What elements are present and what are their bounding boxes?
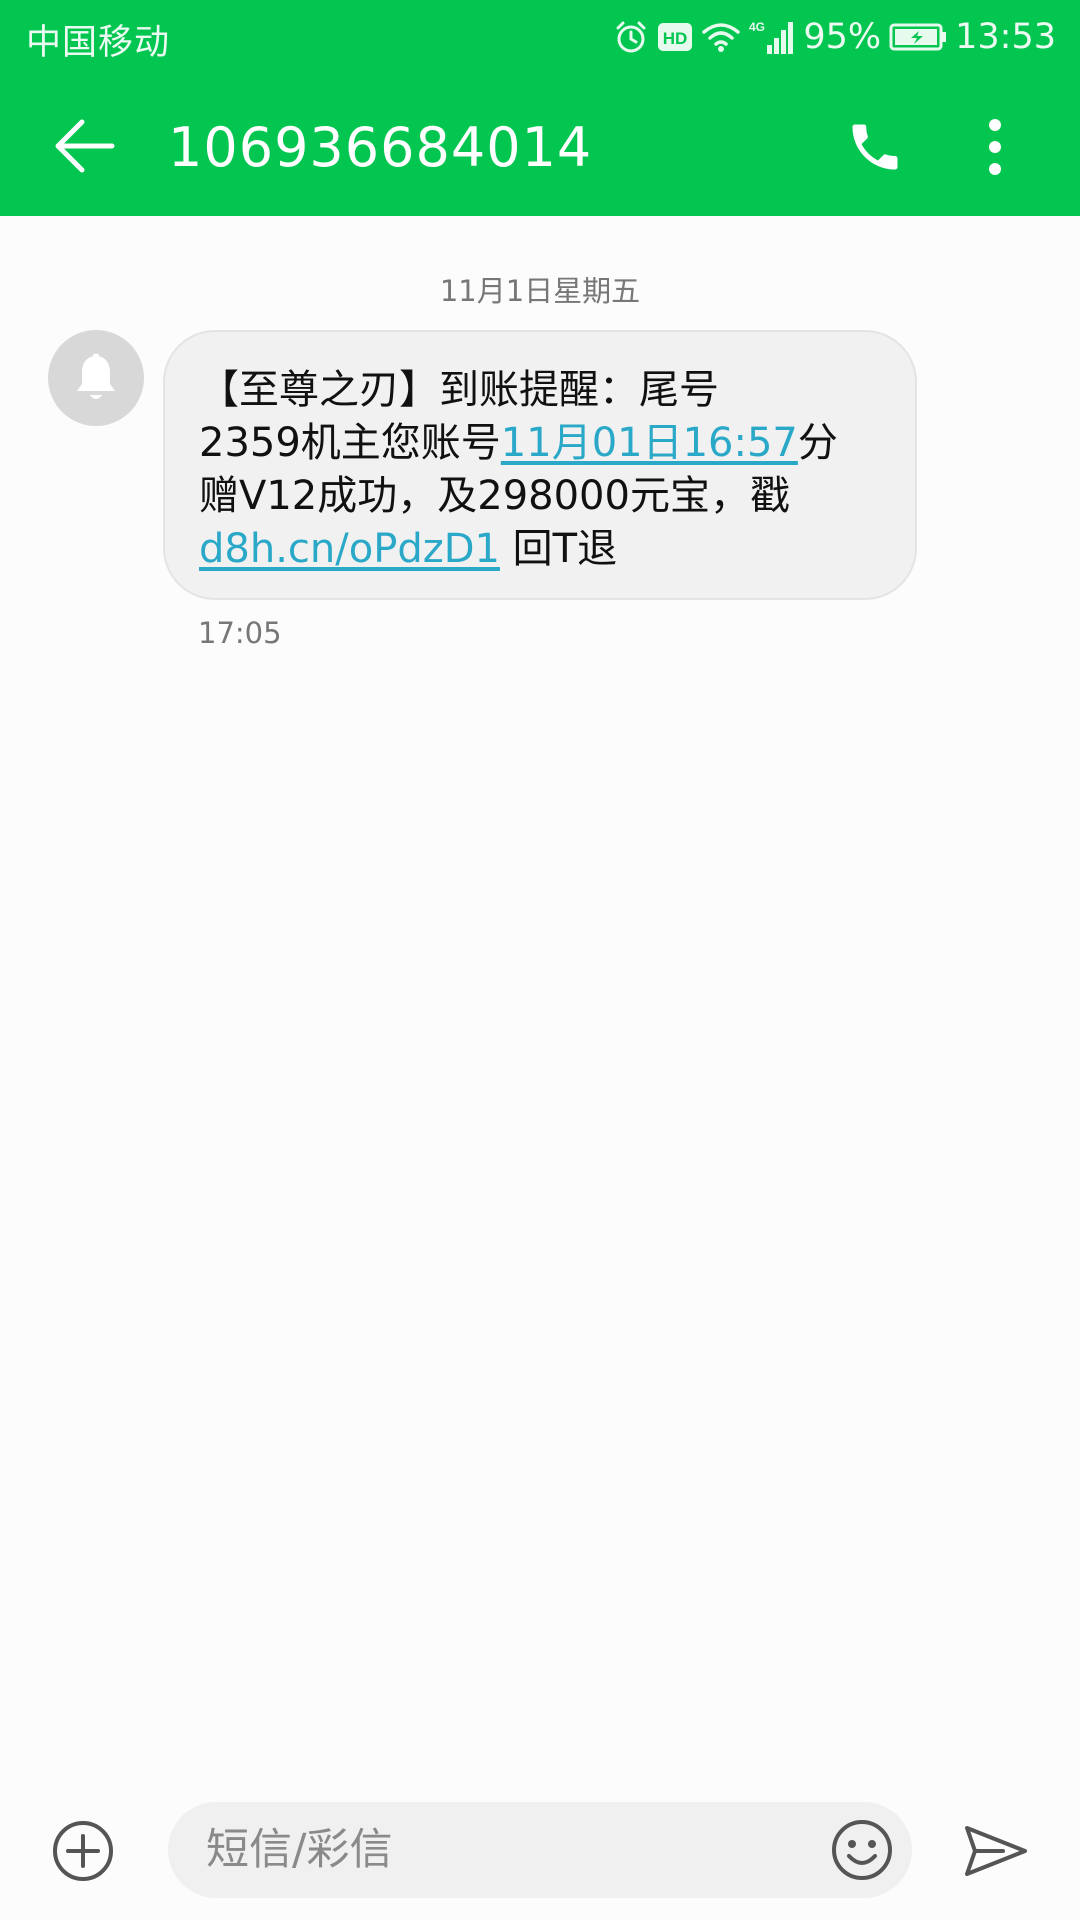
message-timestamp: 17:05 <box>198 616 282 650</box>
status-icons: HD 4G 95% 13:53 <box>613 12 1056 62</box>
hd-icon: HD <box>657 22 693 52</box>
send-button[interactable] <box>960 1816 1032 1886</box>
message-text: 分 <box>797 420 838 466</box>
add-attachment-button[interactable] <box>48 1816 118 1886</box>
battery-percent: 95% <box>803 17 882 57</box>
battery-icon <box>889 22 947 52</box>
sender-avatar[interactable] <box>48 330 144 426</box>
message-line-1: 【至尊之刃】到账提醒：尾号 <box>199 367 719 413</box>
svg-text:4G: 4G <box>749 20 765 34</box>
message-text: 2359机主您账号 <box>199 420 501 466</box>
contact-number-title: 106936684014 <box>168 116 593 179</box>
phone-icon <box>852 124 898 170</box>
message-line-3: 赠V12成功，及298000元宝，戳 <box>199 473 790 519</box>
composer-bar <box>0 1780 1080 1920</box>
message-input-container <box>168 1802 912 1898</box>
send-icon <box>965 1826 1027 1876</box>
message-text: 回T退 <box>499 526 618 572</box>
top-bar: 中国移动 HD 4G 95% 13:53 106936684014 <box>0 0 1080 216</box>
message-line-4: d8h.cn/oPdzD1 回T退 <box>199 523 881 576</box>
app-bar: 106936684014 <box>0 76 1080 216</box>
signal-icon: 4G <box>749 19 795 55</box>
status-bar: 中国移动 HD 4G 95% 13:53 <box>0 0 1080 76</box>
emoji-icon <box>832 1820 892 1880</box>
carrier-name: 中国移动 <box>26 23 171 63</box>
alarm-icon <box>613 19 649 55</box>
emoji-button[interactable] <box>828 1816 896 1884</box>
back-button[interactable] <box>42 108 128 184</box>
more-options-button[interactable] <box>964 110 1026 184</box>
url-link[interactable]: d8h.cn/oPdzD1 <box>199 526 500 572</box>
wifi-icon <box>701 21 741 53</box>
date-separator: 11月1日星期五 <box>439 274 641 308</box>
svg-text:HD: HD <box>663 29 688 48</box>
bell-icon <box>77 353 115 399</box>
back-arrow-icon <box>55 119 115 173</box>
message-line-2: 2359机主您账号11月01日16:57分 <box>199 417 881 470</box>
add-circle-icon <box>53 1821 113 1881</box>
call-button[interactable] <box>838 110 912 184</box>
more-vert-icon <box>989 119 1001 175</box>
message-bubble[interactable]: 【至尊之刃】到账提醒：尾号 2359机主您账号11月01日16:57分 赠V12… <box>163 330 917 600</box>
date-link[interactable]: 11月01日16:57 <box>501 420 798 466</box>
clock: 13:53 <box>955 17 1056 57</box>
message-input[interactable] <box>204 1802 784 1898</box>
